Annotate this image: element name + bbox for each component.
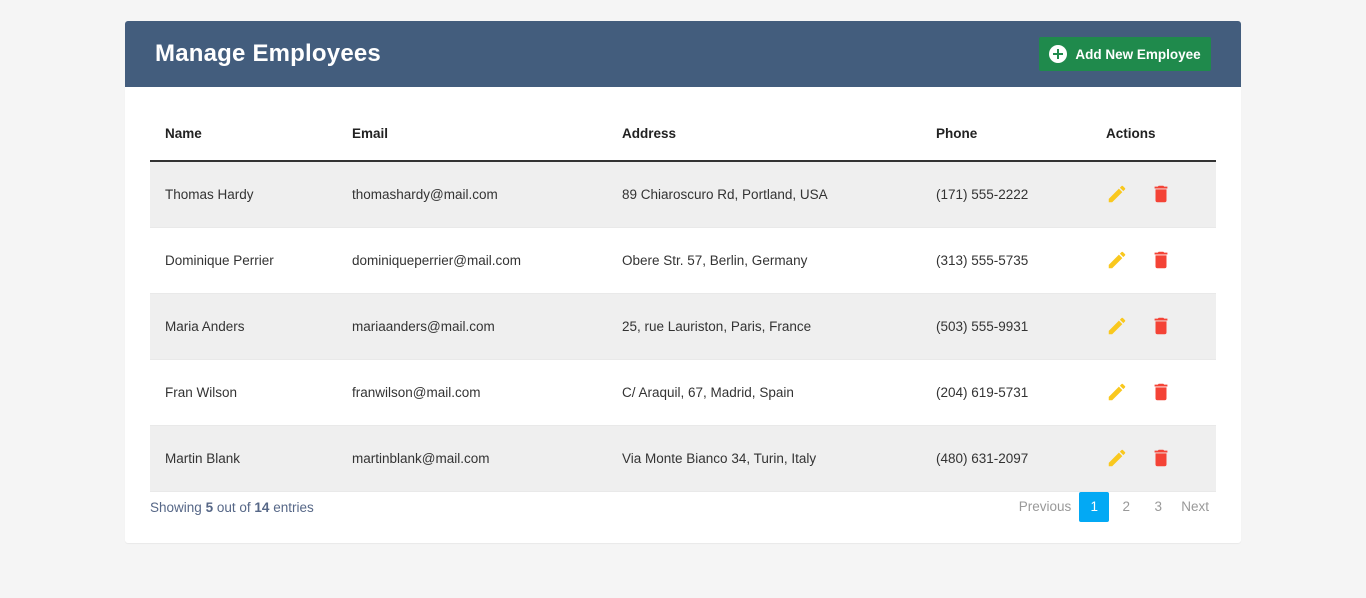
entries-summary: Showing 5 out of 14 entries <box>150 500 314 515</box>
table-footer: Showing 5 out of 14 entries Previous 1 2… <box>150 487 1216 527</box>
cell-name: Dominique Perrier <box>150 227 337 294</box>
showing-suffix: entries <box>273 499 314 515</box>
title-bold: Employees <box>252 40 381 67</box>
cell-email: thomashardy@mail.com <box>337 161 607 228</box>
cell-name: Fran Wilson <box>150 359 337 426</box>
edit-icon[interactable] <box>1106 249 1128 271</box>
edit-icon[interactable] <box>1106 183 1128 205</box>
add-new-employee-button[interactable]: Add New Employee <box>1039 37 1211 71</box>
delete-icon[interactable] <box>1150 249 1172 271</box>
card-header: Manage Employees Add New Employee <box>125 21 1241 87</box>
delete-icon[interactable] <box>1150 183 1172 205</box>
pagination: Previous 1 2 3 Next <box>1012 492 1216 522</box>
cell-actions <box>1091 227 1216 294</box>
table-row: Martin Blank martinblank@mail.com Via Mont… <box>150 425 1216 492</box>
cell-phone: (313) 555-5735 <box>921 227 1091 294</box>
pagination-page-3[interactable]: 3 <box>1143 492 1173 522</box>
cell-address: 25, rue Lauriston, Paris, France <box>607 293 921 360</box>
employees-card: Manage Employees Add New Employee Name E… <box>125 21 1241 543</box>
showing-mid: out of <box>216 499 251 515</box>
add-button-label: Add New Employee <box>1075 46 1201 62</box>
cell-address: C/ Araquil, 67, Madrid, Spain <box>607 359 921 426</box>
pagination-page-1[interactable]: 1 <box>1079 492 1110 522</box>
cell-phone: (204) 619-5731 <box>921 359 1091 426</box>
table-row: Dominique Perrier dominiqueperrier@mail.c… <box>150 227 1216 294</box>
cell-phone: (503) 555-9931 <box>921 293 1091 360</box>
delete-icon[interactable] <box>1150 381 1172 403</box>
showing-count: 5 <box>205 499 214 515</box>
edit-icon[interactable] <box>1106 447 1128 469</box>
delete-icon[interactable] <box>1150 447 1172 469</box>
cell-address: 89 Chiaroscuro Rd, Portland, USA <box>607 161 921 228</box>
employees-table: Name Email Address Phone Actions Thomas … <box>150 107 1216 492</box>
showing-prefix: Showing <box>150 499 202 515</box>
table-row: Maria Anders mariaanders@mail.com 25, rue … <box>150 293 1216 360</box>
delete-icon[interactable] <box>1150 315 1172 337</box>
pagination-next[interactable]: Next <box>1175 492 1215 522</box>
plus-circle-icon <box>1049 45 1068 63</box>
pagination-page-2[interactable]: 2 <box>1111 492 1141 522</box>
cell-actions <box>1091 359 1216 426</box>
table-row: Fran Wilson franwilson@mail.com C/ Araquil… <box>150 359 1216 426</box>
table-header-row: Name Email Address Phone Actions <box>150 107 1216 162</box>
cell-actions <box>1091 293 1216 360</box>
cell-address: Via Monte Bianco 34, Turin, Italy <box>607 425 921 492</box>
column-header-name[interactable]: Name <box>150 107 337 162</box>
edit-icon[interactable] <box>1106 381 1128 403</box>
cell-email: martinblank@mail.com <box>337 425 607 492</box>
cell-email: mariaanders@mail.com <box>337 293 607 360</box>
column-header-email[interactable]: Email <box>337 107 607 162</box>
cell-phone: (480) 631-2097 <box>921 425 1091 492</box>
cell-name: Martin Blank <box>150 425 337 492</box>
cell-actions <box>1091 425 1216 492</box>
title-prefix: Manage <box>155 40 246 67</box>
cell-phone: (171) 555-2222 <box>921 161 1091 228</box>
pagination-previous[interactable]: Previous <box>1013 492 1078 522</box>
cell-actions <box>1091 161 1216 228</box>
cell-email: franwilson@mail.com <box>337 359 607 426</box>
cell-name: Thomas Hardy <box>150 161 337 228</box>
showing-total: 14 <box>254 499 270 515</box>
column-header-actions: Actions <box>1091 107 1216 162</box>
cell-address: Obere Str. 57, Berlin, Germany <box>607 227 921 294</box>
cell-email: dominiqueperrier@mail.com <box>337 227 607 294</box>
table-row: Thomas Hardy thomashardy@mail.com 89 Chiar… <box>150 161 1216 228</box>
column-header-address[interactable]: Address <box>607 107 921 162</box>
edit-icon[interactable] <box>1106 315 1128 337</box>
column-header-phone[interactable]: Phone <box>921 107 1091 162</box>
cell-name: Maria Anders <box>150 293 337 360</box>
page-title: Manage Employees <box>155 40 381 68</box>
